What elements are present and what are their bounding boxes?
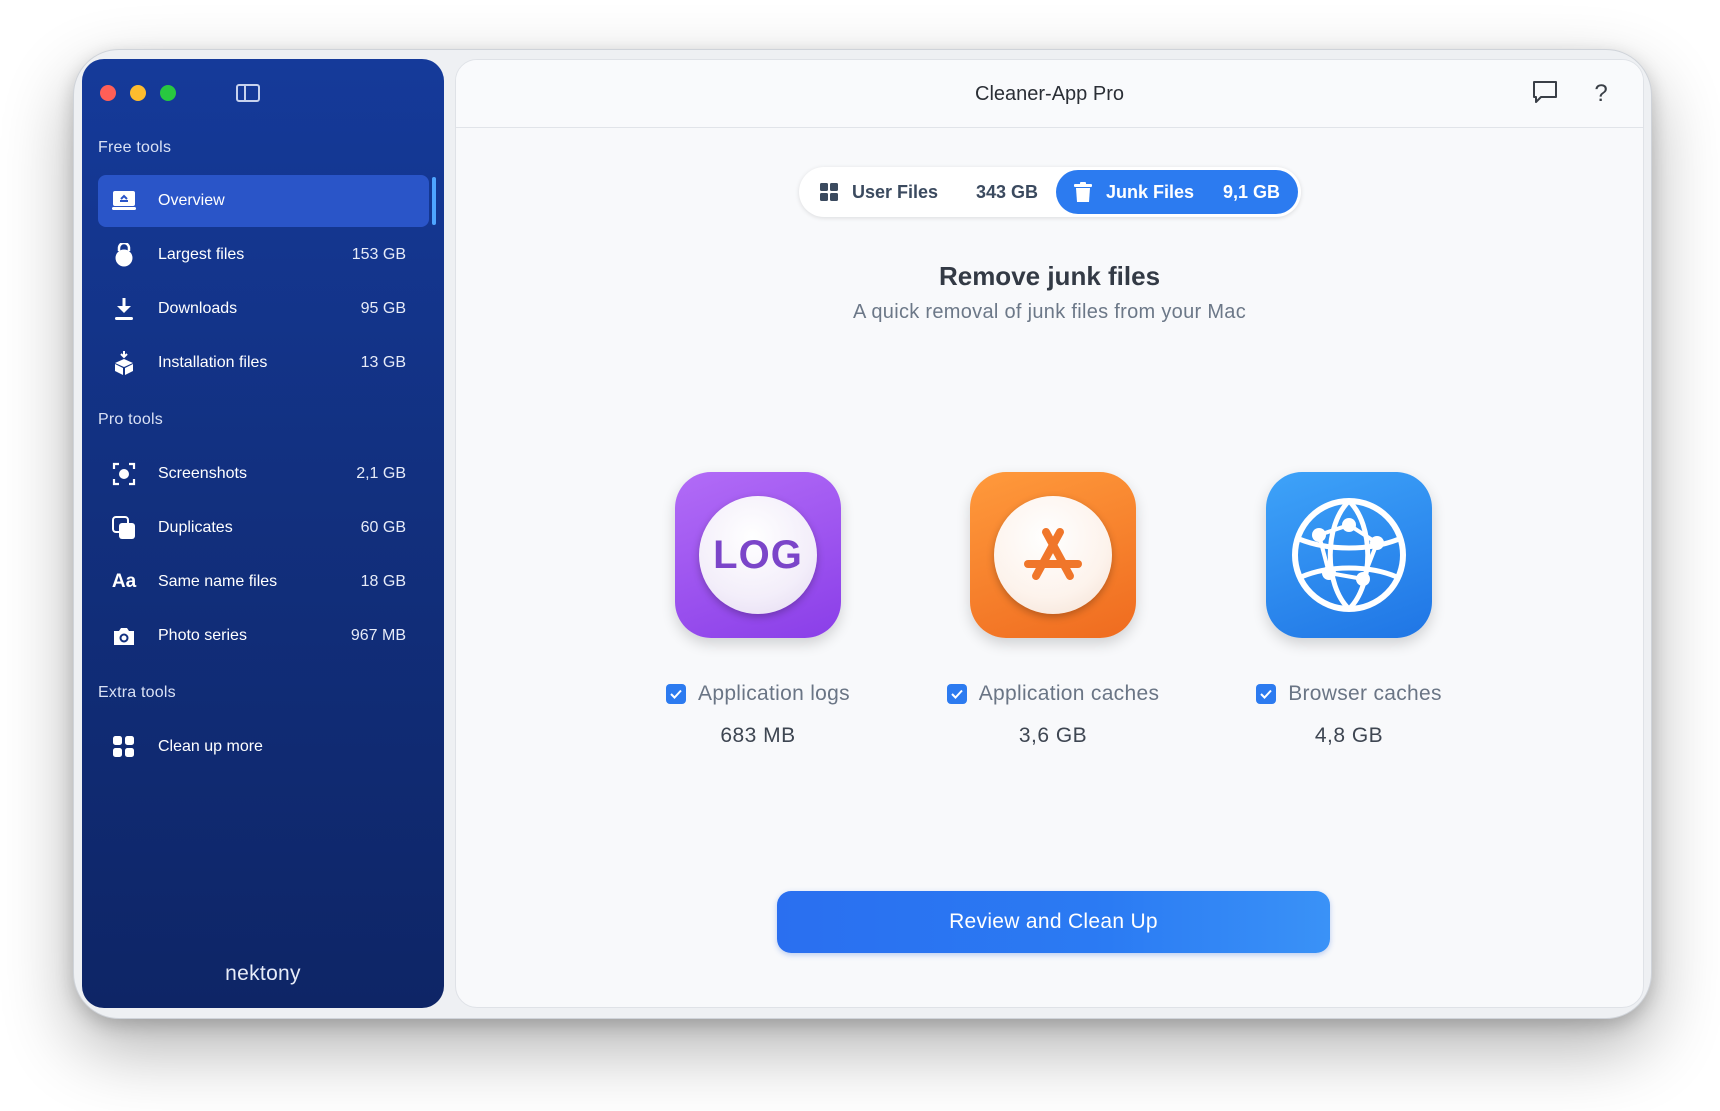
app-store-icon-disc bbox=[994, 496, 1112, 614]
sidebar-item-size: 967 MB bbox=[350, 627, 406, 644]
close-window-button[interactable] bbox=[100, 85, 116, 101]
tab-label: Junk Files bbox=[1106, 181, 1195, 202]
tab-label: User Files bbox=[852, 181, 939, 202]
category-check-row: Application caches bbox=[923, 682, 1183, 706]
trash-icon bbox=[1074, 182, 1092, 202]
sidebar-item-label: Largest files bbox=[158, 246, 245, 263]
review-and-clean-up-button[interactable]: Review and Clean Up bbox=[777, 891, 1330, 953]
category-label: Application caches bbox=[978, 682, 1160, 705]
zoom-window-button[interactable] bbox=[160, 85, 176, 101]
tab-size: 343 GB bbox=[975, 181, 1038, 202]
main-panel: Cleaner-App Pro ? User Files 343 GB Junk… bbox=[455, 59, 1644, 1008]
sidebar-item-size: 13 GB bbox=[360, 354, 406, 371]
file-type-switch: User Files 343 GB Junk Files 9,1 GB bbox=[799, 167, 1301, 217]
section-title-pro-tools: Pro tools bbox=[98, 411, 163, 428]
application-logs-checkbox[interactable] bbox=[666, 684, 687, 704]
kettlebell-icon bbox=[112, 243, 136, 267]
sidebar-item-size: 95 GB bbox=[360, 300, 406, 317]
application-caches-checkbox[interactable] bbox=[946, 684, 967, 704]
sidebar-item-label: Photo series bbox=[158, 627, 247, 644]
tab-user-files[interactable]: User Files 343 GB bbox=[802, 170, 1056, 214]
window-controls bbox=[100, 85, 176, 101]
text-aa-icon: Aa bbox=[111, 571, 137, 592]
download-icon bbox=[112, 297, 136, 321]
sidebar-toggle-icon[interactable] bbox=[236, 84, 260, 102]
junk-category-application-logs[interactable]: LOG Application logs 683 MB bbox=[628, 472, 888, 748]
grid-icon bbox=[112, 735, 136, 759]
sidebar-item-size: 18 GB bbox=[360, 573, 406, 590]
duplicates-icon bbox=[112, 516, 136, 540]
sidebar-item-label: Same name files bbox=[158, 573, 278, 590]
category-check-row: Application logs bbox=[628, 682, 888, 706]
category-size: 3,6 GB bbox=[1018, 724, 1088, 747]
tab-junk-files[interactable]: Junk Files 9,1 GB bbox=[1056, 170, 1298, 214]
feedback-button[interactable] bbox=[1531, 80, 1559, 108]
question-mark-icon: ? bbox=[1594, 80, 1608, 107]
page-title: Remove junk files bbox=[938, 261, 1161, 291]
category-size: 683 MB bbox=[720, 724, 796, 747]
sidebar-item-label: Screenshots bbox=[158, 465, 247, 482]
section-title-extra-tools: Extra tools bbox=[98, 684, 176, 701]
category-label: Application logs bbox=[698, 682, 850, 705]
title-bar: Cleaner-App Pro ? bbox=[456, 60, 1643, 128]
grid-icon bbox=[820, 183, 838, 201]
sidebar-item-label: Clean up more bbox=[158, 738, 263, 755]
log-icon: LOG bbox=[675, 472, 841, 638]
sidebar-item-size: 60 GB bbox=[360, 519, 406, 536]
sidebar-item-largest-files[interactable]: Largest files 153 GB bbox=[98, 229, 436, 281]
brand-logo: nektony bbox=[225, 962, 301, 985]
junk-category-browser-caches[interactable]: Browser caches 4,8 GB bbox=[1219, 472, 1479, 748]
sidebar-item-same-name-files[interactable]: Aa Same name files 18 GB bbox=[98, 556, 436, 608]
sidebar-item-label: Overview bbox=[158, 192, 225, 209]
category-check-row: Browser caches bbox=[1219, 682, 1479, 706]
section-title-free-tools: Free tools bbox=[98, 139, 172, 156]
sidebar-item-clean-up-more[interactable]: Clean up more bbox=[98, 721, 436, 773]
package-icon bbox=[112, 351, 136, 375]
junk-category-application-caches[interactable]: Application caches 3,6 GB bbox=[923, 472, 1183, 748]
globe-network-icon bbox=[1266, 472, 1432, 638]
minimize-window-button[interactable] bbox=[130, 85, 146, 101]
sidebar-item-downloads[interactable]: Downloads 95 GB bbox=[98, 283, 436, 335]
app-store-icon bbox=[970, 472, 1136, 638]
sidebar: Free tools Overview Largest files 153 GB… bbox=[82, 59, 444, 1008]
tab-size: 9,1 GB bbox=[1222, 181, 1280, 202]
sidebar-item-photo-series[interactable]: Photo series 967 MB bbox=[98, 610, 436, 662]
sidebar-item-label: Installation files bbox=[158, 354, 268, 371]
sidebar-item-duplicates[interactable]: Duplicates 60 GB bbox=[98, 502, 436, 554]
category-size: 4,8 GB bbox=[1314, 724, 1384, 747]
chat-bubble-icon bbox=[1532, 80, 1558, 109]
screenshot-icon bbox=[112, 462, 136, 486]
log-icon-text: LOG bbox=[713, 532, 803, 577]
category-label: Browser caches bbox=[1288, 682, 1442, 705]
sidebar-item-screenshots[interactable]: Screenshots 2,1 GB bbox=[98, 448, 436, 500]
browser-caches-checkbox[interactable] bbox=[1256, 684, 1277, 704]
app-title: Cleaner-App Pro bbox=[975, 83, 1124, 105]
camera-icon bbox=[112, 624, 136, 648]
sidebar-item-label: Downloads bbox=[158, 300, 238, 317]
overview-icon bbox=[112, 189, 136, 213]
sidebar-item-label: Duplicates bbox=[158, 519, 233, 536]
page-subtitle: A quick removal of junk files from your … bbox=[852, 301, 1247, 323]
sidebar-item-overview[interactable]: Overview bbox=[98, 175, 436, 227]
log-icon-disc: LOG bbox=[699, 496, 817, 614]
sidebar-item-size: 153 GB bbox=[351, 246, 406, 263]
sidebar-item-installation-files[interactable]: Installation files 13 GB bbox=[98, 337, 436, 389]
sidebar-item-size: 2,1 GB bbox=[356, 465, 406, 482]
help-button[interactable]: ? bbox=[1587, 80, 1615, 108]
